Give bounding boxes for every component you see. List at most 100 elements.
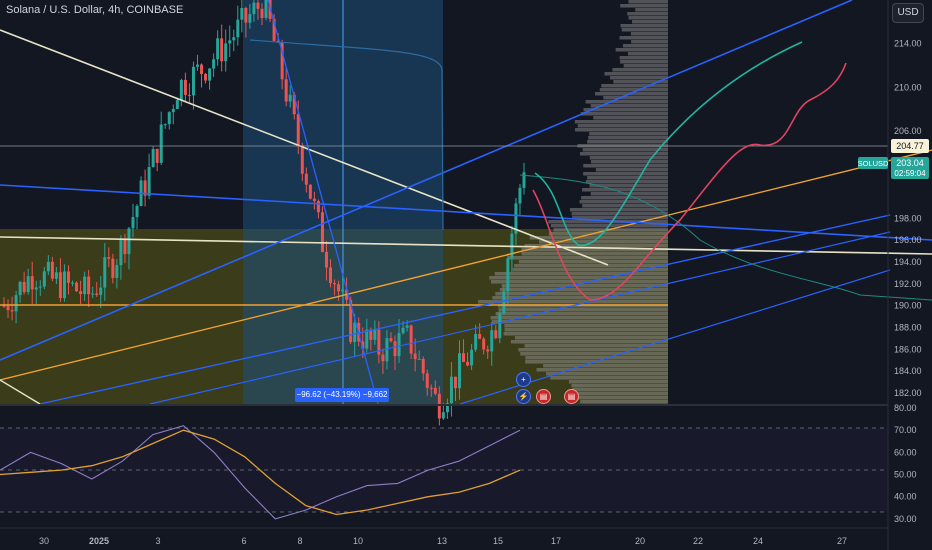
time-tick-label: 8 (297, 536, 302, 546)
candle-body (449, 376, 453, 404)
candle-body (296, 114, 300, 146)
candle-body (413, 353, 417, 360)
volume-profile-bar (574, 120, 668, 124)
volume-profile-bar (577, 124, 668, 128)
volume-profile-bar (503, 332, 668, 336)
candle-body (75, 282, 79, 292)
candle-body (458, 353, 462, 389)
candle-body (99, 287, 103, 295)
candle-body (304, 173, 308, 185)
volume-profile-bar (619, 36, 668, 40)
candle-body (204, 73, 208, 81)
volume-profile-bar (603, 96, 668, 100)
volume-profile-bar (585, 180, 668, 184)
candle-body (34, 287, 38, 290)
volume-profile-bar (571, 212, 668, 216)
currency-selector[interactable]: USD (892, 3, 924, 23)
candle-body (38, 286, 42, 288)
rsi-tick-label: 60.00 (894, 447, 917, 457)
candle-body (26, 276, 30, 293)
candle-body (453, 376, 457, 389)
candle-body (183, 79, 187, 95)
candle-body (167, 112, 171, 125)
volume-profile-bar (593, 116, 668, 120)
candle-body (256, 2, 260, 9)
candle-body (135, 206, 139, 218)
rsi-tick-label: 40.00 (894, 492, 917, 502)
plus-icon[interactable]: + (516, 372, 531, 387)
volume-profile-bar (623, 44, 668, 48)
us-flag-icon[interactable]: ▤ (536, 389, 551, 404)
candle-body (6, 306, 10, 311)
candle-body (58, 272, 62, 299)
price-chart[interactable]: 214.00210.00206.00202.00198.00196.00194.… (0, 0, 932, 550)
volume-profile-bar (495, 312, 668, 316)
candle-body (103, 257, 107, 288)
candle-body (62, 271, 66, 299)
volume-profile-bar (510, 340, 668, 344)
candle-body (119, 239, 123, 266)
candle-body (429, 387, 433, 389)
volume-profile-bar (548, 232, 668, 236)
volume-profile-bar (571, 384, 668, 388)
candle-body (30, 276, 34, 290)
price-tick-label: 190.00 (894, 301, 922, 311)
volume-profile-bar (585, 100, 668, 104)
volume-profile-bar (575, 128, 668, 132)
volume-profile-bar (583, 172, 668, 176)
candle-body (22, 281, 26, 293)
us-flag-icon[interactable]: ▤ (564, 389, 579, 404)
candle-body (405, 325, 409, 328)
volume-profile-bar (635, 8, 668, 12)
candle-body (212, 59, 216, 69)
candle-body (308, 184, 312, 199)
rsi-tick-label: 70.00 (894, 425, 917, 435)
candle-body (232, 37, 236, 41)
price-tick-label: 210.00 (894, 82, 922, 92)
volume-profile-bar (587, 140, 668, 144)
volume-profile-bar (589, 156, 668, 160)
time-tick-label: 2025 (89, 536, 109, 546)
candle-body (474, 333, 478, 350)
candle-body (433, 387, 437, 394)
volume-profile-bar (580, 400, 668, 404)
candle-body (393, 341, 397, 357)
volume-profile-bar (604, 72, 668, 76)
candle-body (240, 8, 244, 20)
candle-body (324, 251, 328, 268)
candle-body (107, 257, 111, 259)
candle-body (316, 201, 320, 213)
candle-body (466, 361, 470, 366)
candle-body (83, 276, 87, 295)
price-tick-label: 198.00 (894, 213, 922, 223)
volume-profile-bar (632, 20, 668, 24)
candle-body (111, 258, 115, 278)
volume-profile-bar (599, 88, 668, 92)
candle-body (421, 358, 425, 374)
candle-body (264, 0, 268, 18)
volume-profile-bar (595, 168, 668, 172)
price-tick-label: 188.00 (894, 323, 922, 333)
volume-profile-bar (568, 380, 668, 384)
time-tick-label: 24 (753, 536, 763, 546)
candle-body (397, 333, 401, 357)
lightning-icon[interactable]: ⚡ (516, 389, 531, 404)
candle-body (425, 373, 429, 388)
price-tick-label: 194.00 (894, 257, 922, 267)
candle-body (228, 40, 232, 44)
time-tick-label: 6 (241, 536, 246, 546)
price-tick-label: 182.00 (894, 388, 922, 398)
candle-body (87, 276, 91, 295)
candle-body (373, 329, 377, 340)
rsi-tick-label: 30.00 (894, 514, 917, 524)
volume-profile-bar (514, 336, 668, 340)
time-tick-label: 17 (551, 536, 561, 546)
candle-body (159, 124, 163, 163)
volume-profile-bar (601, 84, 668, 88)
candle-body (50, 261, 54, 279)
price-tick-label: 186.00 (894, 344, 922, 354)
volume-profile-bar (582, 188, 668, 192)
time-tick-label: 20 (635, 536, 645, 546)
volume-profile-bar (504, 324, 668, 328)
candle-body (163, 124, 167, 126)
